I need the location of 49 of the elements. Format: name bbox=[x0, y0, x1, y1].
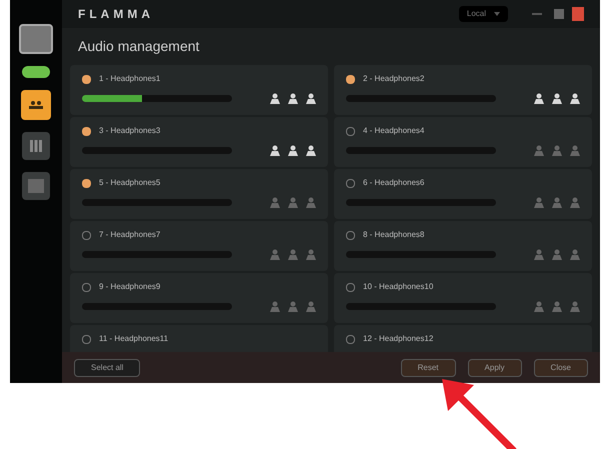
channel-label: 1 - Headphones1 bbox=[99, 73, 160, 85]
checkbox[interactable] bbox=[82, 282, 91, 292]
channel-label: 9 - Headphones9 bbox=[99, 281, 160, 293]
channel-label: 5 - Headphones5 bbox=[99, 177, 160, 189]
checkbox[interactable] bbox=[346, 230, 355, 240]
grid-tab[interactable] bbox=[22, 132, 50, 160]
person-icon[interactable] bbox=[270, 93, 280, 104]
person-icon[interactable] bbox=[552, 93, 562, 104]
person-icon[interactable] bbox=[288, 145, 298, 156]
person-icon[interactable] bbox=[306, 93, 316, 104]
columns-icon bbox=[29, 139, 43, 153]
source-dropdown[interactable]: Local bbox=[458, 6, 508, 22]
person-icon[interactable] bbox=[570, 93, 580, 104]
footer-button[interactable]: Close bbox=[534, 358, 588, 376]
person-icon[interactable] bbox=[306, 145, 316, 156]
brand-logo: FLAMMA bbox=[78, 6, 154, 23]
checkbox[interactable] bbox=[82, 126, 91, 136]
device-icon[interactable] bbox=[19, 24, 53, 54]
channel-label: 3 - Headphones3 bbox=[99, 125, 160, 137]
channel-label: 8 - Headphones8 bbox=[363, 229, 424, 241]
checkbox[interactable] bbox=[82, 334, 91, 344]
footer-button[interactable]: Apply bbox=[468, 358, 522, 376]
checkbox[interactable] bbox=[346, 178, 355, 188]
channel-label: 12 - Headphones12 bbox=[363, 333, 434, 345]
channel-label: 6 - Headphones6 bbox=[363, 177, 424, 189]
caret-icon bbox=[494, 12, 500, 16]
checkbox[interactable] bbox=[82, 74, 91, 84]
checkbox[interactable] bbox=[346, 126, 355, 136]
checkbox[interactable] bbox=[82, 230, 91, 240]
audio-tab[interactable] bbox=[21, 90, 51, 120]
checkbox[interactable] bbox=[346, 282, 355, 292]
toggle-switch[interactable] bbox=[22, 66, 50, 78]
footer-button[interactable]: Select all bbox=[74, 358, 140, 376]
channel-label: 10 - Headphones10 bbox=[363, 281, 434, 293]
channel-label: 2 - Headphones2 bbox=[363, 73, 424, 85]
square-icon bbox=[28, 179, 44, 193]
footer-button[interactable]: Reset bbox=[400, 358, 456, 376]
channel-label: 7 - Headphones7 bbox=[99, 229, 160, 241]
checkbox[interactable] bbox=[82, 178, 91, 188]
person-icon[interactable] bbox=[288, 93, 298, 104]
channel-label: 11 - Headphones11 bbox=[99, 333, 168, 345]
people-icon bbox=[29, 100, 43, 110]
checkbox[interactable] bbox=[346, 74, 355, 84]
person-icon[interactable] bbox=[270, 145, 280, 156]
panel-tab[interactable] bbox=[22, 172, 50, 200]
person-icon[interactable] bbox=[534, 93, 544, 104]
page-title: Audio management bbox=[77, 37, 200, 56]
checkbox[interactable] bbox=[346, 334, 355, 344]
channel-label: 4 - Headphones4 bbox=[363, 125, 424, 137]
